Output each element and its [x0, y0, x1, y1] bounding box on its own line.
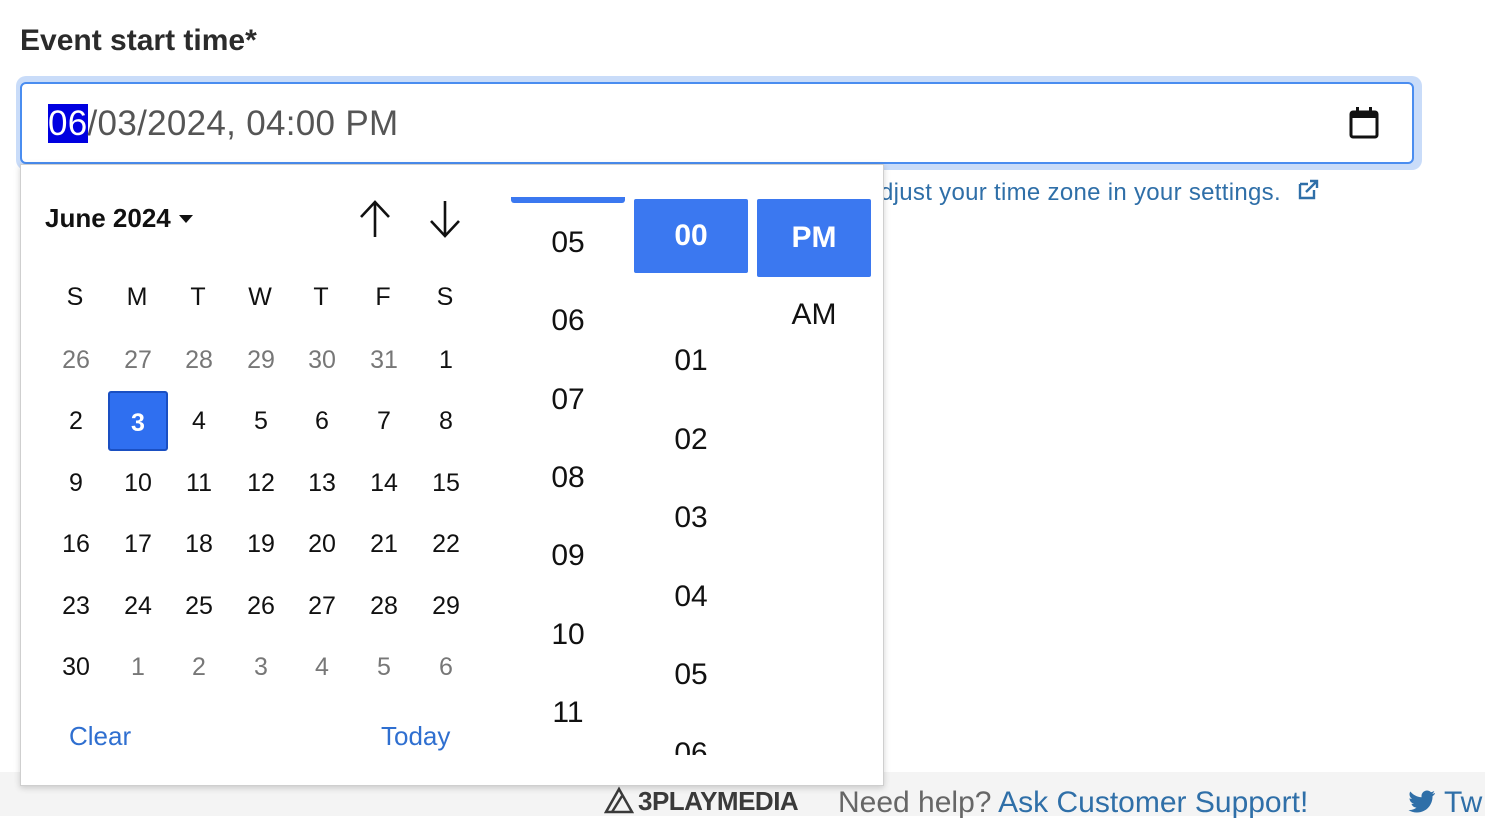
day-cell[interactable]: 8 — [416, 391, 476, 451]
weekday-label: F — [375, 283, 391, 311]
today-button[interactable]: Today — [381, 721, 450, 752]
day-cell[interactable]: 4 — [169, 391, 229, 451]
input-value[interactable]: 06/03/2024, 04:00 PM — [48, 104, 398, 144]
day-cell[interactable]: 26 — [231, 576, 291, 636]
day-cell[interactable]: 17 — [108, 514, 168, 574]
day-cell[interactable]: 6 — [292, 391, 352, 451]
day-cell[interactable]: 27 — [108, 330, 168, 390]
day-cell[interactable]: 28 — [354, 576, 414, 636]
month-segment[interactable]: 06 — [48, 104, 88, 143]
day-cell[interactable]: 21 — [354, 514, 414, 574]
day-cell[interactable]: 20 — [292, 514, 352, 574]
day-cell[interactable]: 24 — [108, 576, 168, 636]
day-cell[interactable]: 1 — [416, 330, 476, 390]
meridiem-column[interactable]: PM AM — [757, 165, 871, 755]
day-cell[interactable]: 28 — [169, 330, 229, 390]
day-cell[interactable]: 23 — [46, 576, 106, 636]
day-cell[interactable]: 5 — [231, 391, 291, 451]
day-cell[interactable]: 16 — [46, 514, 106, 574]
day-cell[interactable]: 5 — [354, 637, 414, 697]
day-cell[interactable]: 25 — [169, 576, 229, 636]
minute-option[interactable]: 06 — [634, 734, 748, 756]
clear-button[interactable]: Clear — [69, 721, 131, 752]
twitter-text[interactable]: Tw — [1444, 786, 1482, 819]
field-label: Event start time* — [20, 24, 257, 57]
logo-text: 3PLAYMEDIA — [638, 786, 799, 816]
day-cell[interactable]: 30 — [46, 637, 106, 697]
weekday-label: S — [66, 283, 84, 311]
month-year-dropdown[interactable]: June 2024 — [45, 203, 193, 234]
hour-option[interactable]: 09 — [511, 536, 625, 576]
day-cell-selected[interactable]: 3 — [108, 391, 168, 451]
footer-help: Need help? Ask Customer Support! — [838, 786, 1308, 820]
weekday-label: S — [436, 283, 454, 311]
day-cell[interactable]: 6 — [416, 637, 476, 697]
day-cell[interactable]: 4 — [292, 637, 352, 697]
caret-down-icon[interactable] — [178, 214, 193, 223]
logo-mark-icon — [604, 786, 634, 814]
timezone-hint-text[interactable]: djust your time zone in your settings. — [880, 179, 1281, 206]
day-cell[interactable]: 11 — [169, 453, 229, 513]
minute-option[interactable]: 01 — [634, 341, 748, 381]
day-cell[interactable]: 19 — [231, 514, 291, 574]
day-cell[interactable]: 29 — [416, 576, 476, 636]
minute-option[interactable]: 02 — [634, 420, 748, 460]
day-cell[interactable]: 18 — [169, 514, 229, 574]
event-start-time-input[interactable]: 06/03/2024, 04:00 PM — [20, 82, 1414, 164]
day-cell[interactable]: 12 — [231, 453, 291, 513]
calendar-icon[interactable] — [1348, 106, 1380, 140]
arrow-down-icon[interactable] — [425, 197, 465, 241]
day-cell[interactable]: 10 — [108, 453, 168, 513]
day-cell[interactable]: 30 — [292, 330, 352, 390]
day-cell[interactable]: 13 — [292, 453, 352, 513]
day-cell[interactable]: 3 — [231, 637, 291, 697]
month-label[interactable]: June 2024 — [45, 203, 171, 234]
customer-support-link[interactable]: Ask Customer Support! — [998, 786, 1308, 819]
day-cell[interactable]: 2 — [46, 391, 106, 451]
weekday-label: T — [190, 283, 206, 311]
input-value-rest[interactable]: /03/2024, 04:00 PM — [88, 104, 399, 143]
hour-column[interactable]: 05 06 07 08 09 10 11 — [511, 165, 625, 755]
twitter-link[interactable]: Tw — [1408, 786, 1482, 820]
day-cell[interactable]: 27 — [292, 576, 352, 636]
timezone-hint[interactable]: djust your time zone in your settings. — [880, 178, 1320, 207]
hour-option[interactable]: 08 — [511, 458, 625, 498]
hour-option[interactable]: 11 — [511, 693, 625, 733]
minute-option[interactable]: 04 — [634, 577, 748, 617]
hour-selected-edge — [511, 197, 625, 203]
minute-option[interactable]: 05 — [634, 655, 748, 695]
day-cell[interactable]: 31 — [354, 330, 414, 390]
meridiem-option-am[interactable]: AM — [757, 295, 871, 335]
datetime-picker-popup: June 2024 SMTWTFS 26 27 28 29 30 31 1 2 3 4 5 6 7 8 9 1… — [20, 164, 884, 786]
weekday-label: M — [126, 283, 148, 311]
day-cell[interactable]: 9 — [46, 453, 106, 513]
minute-option-selected[interactable]: 00 — [634, 199, 748, 273]
day-cell[interactable]: 15 — [416, 453, 476, 513]
meridiem-option-pm[interactable]: PM — [757, 199, 871, 277]
day-cell[interactable]: 29 — [231, 330, 291, 390]
help-prefix: Need help? — [838, 786, 992, 819]
day-cell[interactable]: 2 — [169, 637, 229, 697]
day-cell[interactable]: 22 — [416, 514, 476, 574]
weekday-label: W — [248, 283, 272, 311]
day-cell[interactable]: 14 — [354, 453, 414, 513]
hour-option[interactable]: 06 — [511, 301, 625, 341]
day-cell[interactable]: 1 — [108, 637, 168, 697]
hour-option[interactable]: 07 — [511, 380, 625, 420]
weekday-label: T — [313, 283, 329, 311]
footer-logo: 3PLAYMEDIA — [604, 786, 799, 817]
day-cell[interactable]: 26 — [46, 330, 106, 390]
minute-column[interactable]: 00 01 02 03 04 05 06 — [634, 165, 748, 755]
day-cell[interactable]: 7 — [354, 391, 414, 451]
twitter-icon[interactable] — [1408, 790, 1436, 814]
hour-option[interactable]: 05 — [511, 223, 625, 263]
external-link-icon[interactable] — [1296, 178, 1320, 202]
minute-option[interactable]: 03 — [634, 498, 748, 538]
arrow-up-icon[interactable] — [355, 197, 395, 241]
hour-option[interactable]: 10 — [511, 615, 625, 655]
